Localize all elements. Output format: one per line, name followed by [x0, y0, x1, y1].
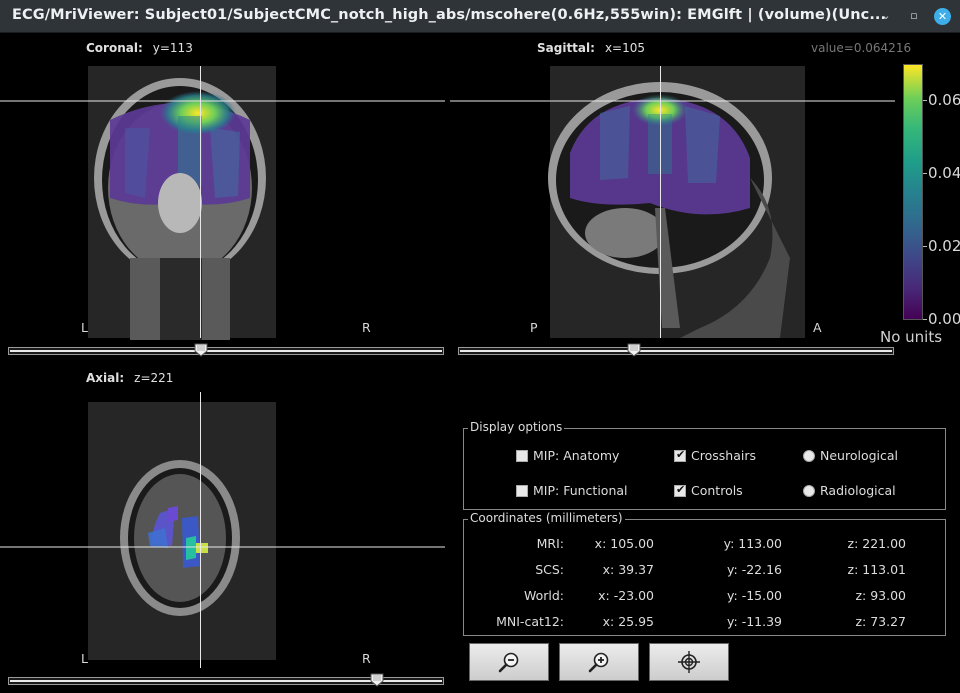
coordinate-x-value: x: 105.00 — [594, 536, 654, 551]
window-title: ECG/MriViewer: Subject01/SubjectCMC_notc… — [12, 7, 887, 23]
checkbox-box[interactable] — [674, 483, 686, 497]
display-options-group: Display options MIP: Anatomy MIP: Functi… — [463, 420, 946, 510]
sagittal-slice-slider[interactable] — [458, 343, 894, 357]
coronal-label: Coronal: y=113 — [86, 41, 193, 55]
axial-title: Axial: — [86, 371, 125, 385]
coronal-slice-slider[interactable] — [8, 343, 444, 357]
sagittal-view[interactable] — [450, 58, 895, 340]
checkbox-box[interactable] — [674, 448, 686, 462]
close-icon[interactable]: ✕ — [934, 8, 951, 25]
window-titlebar[interactable]: ECG/MriViewer: Subject01/SubjectCMC_notc… — [0, 0, 960, 33]
colorbar — [903, 64, 923, 320]
axial-label: Axial: z=221 — [86, 371, 173, 385]
crosshair-target-icon — [678, 651, 700, 673]
coordinate-z-value: z: 73.27 — [855, 614, 906, 629]
controls-label: Controls — [691, 483, 743, 498]
checkbox-box[interactable] — [516, 484, 528, 497]
center-view-button[interactable] — [649, 643, 729, 681]
radio-circle[interactable] — [803, 449, 815, 462]
sagittal-anterior-orientation: A — [813, 320, 822, 335]
zoom-out-icon — [498, 652, 519, 673]
crosshairs-label: Crosshairs — [691, 448, 756, 463]
mip-anatomy-checkbox[interactable]: MIP: Anatomy — [516, 448, 619, 463]
coordinate-z-value: z: 221.00 — [847, 536, 906, 551]
coronal-slice-image — [0, 66, 445, 340]
coordinate-row-label: MNI-cat12: — [496, 614, 564, 629]
mip-functional-label: MIP: Functional — [533, 483, 628, 498]
coronal-slider-thumb[interactable] — [194, 343, 208, 357]
axial-slice-image — [0, 392, 445, 668]
colorbar-tick-mark — [923, 319, 927, 320]
coronal-left-orientation: L — [81, 320, 88, 335]
coordinate-x-value: x: 25.95 — [602, 614, 654, 629]
axial-slider-thumb[interactable] — [370, 673, 384, 687]
axial-right-orientation: R — [362, 651, 371, 666]
mip-anatomy-label: MIP: Anatomy — [533, 448, 620, 463]
colorbar-tick-mark — [923, 246, 927, 247]
zoom-in-icon — [588, 652, 609, 673]
coordinate-x-value: x: 39.37 — [602, 562, 654, 577]
mip-functional-checkbox[interactable]: MIP: Functional — [516, 483, 628, 498]
axial-view[interactable] — [0, 388, 445, 670]
axial-left-orientation: L — [81, 651, 88, 666]
sagittal-posterior-orientation: P — [530, 320, 538, 335]
zoom-out-button[interactable] — [469, 643, 549, 681]
coordinate-y-value: y: -22.16 — [727, 562, 782, 577]
value-readout: value=0.064216 — [811, 41, 912, 55]
colorbar-tick-label: 0.06 — [928, 91, 960, 109]
checkbox-box[interactable] — [516, 449, 528, 462]
axial-slice-slider[interactable] — [8, 673, 444, 687]
radio-circle[interactable] — [803, 484, 815, 497]
colorbar-tick-label: 0.00 — [928, 310, 960, 328]
coordinate-y-value: y: -11.39 — [727, 614, 782, 629]
coordinate-row-label: World: — [523, 588, 564, 603]
coronal-right-orientation: R — [362, 320, 371, 335]
colorbar-tick-label: 0.02 — [928, 237, 960, 255]
radiological-label: Radiological — [820, 483, 896, 498]
coordinate-row-label: MRI: — [536, 536, 564, 551]
sagittal-slice-image — [450, 66, 895, 338]
sagittal-coord: x=105 — [604, 41, 645, 55]
display-options-title: Display options — [468, 420, 565, 434]
coordinate-z-value: z: 113.01 — [847, 562, 906, 577]
coordinates-title: Coordinates (millimeters) — [468, 511, 625, 525]
sagittal-title: Sagittal: — [537, 41, 595, 55]
sagittal-slider-thumb[interactable] — [627, 343, 641, 357]
coordinate-x-value: x: -23.00 — [598, 588, 654, 603]
sagittal-label: Sagittal: x=105 — [537, 41, 645, 55]
colorbar-tick-label: 0.04 — [928, 164, 960, 182]
neurological-label: Neurological — [820, 448, 899, 463]
colorbar-tick-mark — [923, 100, 927, 101]
coronal-title: Coronal: — [86, 41, 143, 55]
axial-coord: z=221 — [134, 371, 174, 385]
coordinate-y-value: y: -15.00 — [727, 588, 782, 603]
coordinate-z-value: z: 93.00 — [855, 588, 906, 603]
neurological-radio[interactable]: Neurological — [803, 448, 898, 463]
coordinate-row-label: SCS: — [535, 562, 564, 577]
controls-checkbox[interactable]: Controls — [674, 483, 743, 498]
coronal-coord: y=113 — [152, 41, 193, 55]
coordinate-y-value: y: 113.00 — [723, 536, 782, 551]
colorbar-tick-mark — [923, 173, 927, 174]
crosshairs-checkbox[interactable]: Crosshairs — [674, 448, 756, 463]
zoom-in-button[interactable] — [559, 643, 639, 681]
coronal-view[interactable] — [0, 58, 445, 340]
colorbar-units: No units — [880, 328, 943, 346]
radiological-radio[interactable]: Radiological — [803, 483, 896, 498]
minimize-icon[interactable]: ⌄ — [878, 8, 894, 24]
maximize-icon[interactable]: ▫ — [906, 8, 922, 24]
